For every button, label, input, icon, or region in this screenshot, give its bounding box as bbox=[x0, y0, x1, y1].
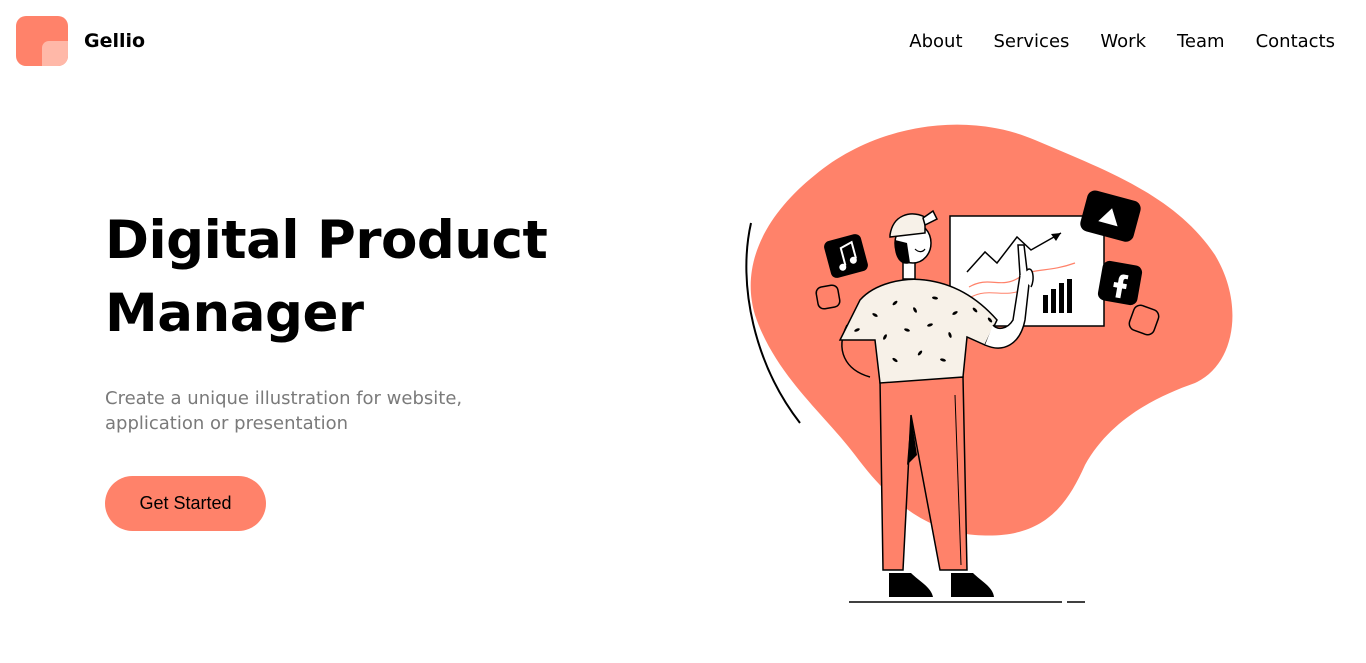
nav-about[interactable]: About bbox=[909, 30, 962, 54]
nav-work[interactable]: Work bbox=[1100, 30, 1146, 54]
hero-subtitle-line-1: Create a unique illustration for website… bbox=[105, 388, 463, 409]
hero-title-line-1: Digital Product bbox=[105, 210, 548, 271]
hero-illustration bbox=[745, 124, 1233, 603]
logo-shape-front bbox=[42, 41, 68, 66]
hero-title: Digital Product Manager bbox=[105, 204, 548, 350]
hero-subtitle: Create a unique illustration for website… bbox=[105, 386, 465, 436]
brand-name[interactable]: Gellio bbox=[84, 30, 145, 52]
facebook-icon bbox=[1097, 260, 1143, 306]
hero-title-line-2: Manager bbox=[105, 283, 364, 344]
get-started-button[interactable]: Get Started bbox=[105, 476, 266, 531]
main-nav: About Services Work Team Contacts bbox=[878, 30, 1335, 54]
nav-contacts[interactable]: Contacts bbox=[1256, 30, 1335, 54]
logo-mark[interactable] bbox=[16, 16, 68, 66]
nav-team[interactable]: Team bbox=[1177, 30, 1225, 54]
hero-subtitle-line-2: application or presentation bbox=[105, 413, 349, 434]
nav-services[interactable]: Services bbox=[994, 30, 1070, 54]
